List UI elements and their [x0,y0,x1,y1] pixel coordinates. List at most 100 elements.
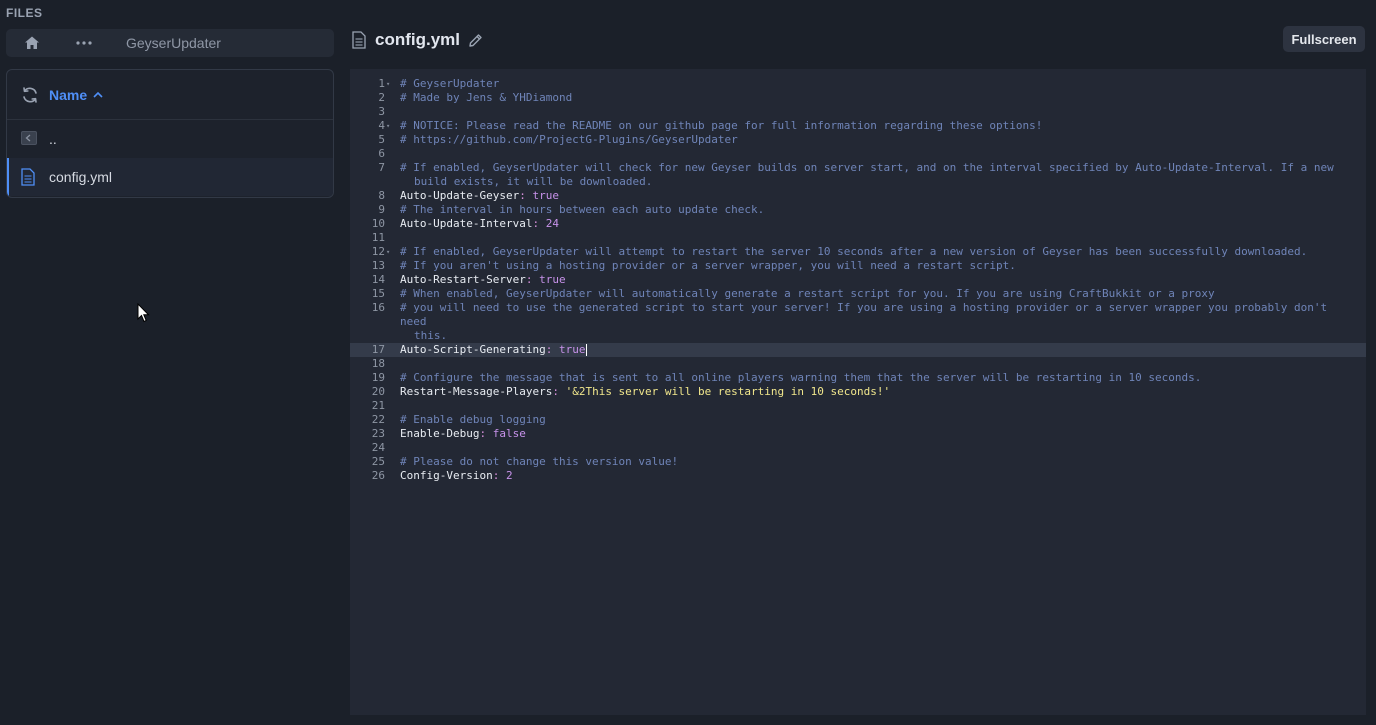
code-line[interactable]: 19 # Configure the message that is sent t… [350,371,1366,385]
code-line[interactable]: 17 Auto-Script-Generating: true [350,343,1366,357]
token-comment: # The interval in hours between each aut… [400,203,765,216]
line-content: Restart-Message-Players: '&2This server … [396,385,1366,399]
code-line[interactable]: 14 Auto-Restart-Server: true [350,273,1366,287]
token-bool: true [539,273,566,286]
code-line[interactable]: 24 [350,441,1366,455]
token-comment: # If you aren't using a hosting provider… [400,259,1016,272]
line-number: 1 [378,77,385,90]
sort-header: Name [7,70,333,120]
code-line[interactable]: 10 Auto-Update-Interval: 24 [350,217,1366,231]
line-content: # Configure the message that is sent to … [396,371,1366,385]
line-content [396,147,1366,161]
token-comment: # https://github.com/ProjectG-Plugins/Ge… [400,133,738,146]
fold-gutter [385,105,396,119]
line-number: 14 [371,273,385,286]
fold-gutter [385,231,396,245]
home-button[interactable] [6,29,58,57]
fullscreen-button[interactable]: Fullscreen [1283,26,1365,52]
fold-gutter [385,343,396,357]
fold-toggle-icon[interactable]: ▾ [385,245,396,259]
code-line[interactable]: 15 # When enabled, GeyserUpdater will aut… [350,287,1366,301]
line-number: 11 [371,231,385,244]
code-line[interactable]: 18 [350,357,1366,371]
code-editor[interactable]: 1 ▾ # GeyserUpdater 2 # Made by Jens & YHDia… [350,69,1366,715]
line-number: 18 [371,357,385,370]
line-number: 9 [378,203,385,216]
code-line[interactable]: 1 ▾ # GeyserUpdater [350,77,1366,91]
code-line[interactable]: 3 [350,105,1366,119]
token-key: Auto-Update-Geyser [400,189,520,202]
code-line[interactable]: 8 Auto-Update-Geyser: true [350,189,1366,203]
line-content: # If you aren't using a hosting provider… [396,259,1366,273]
token-key: Enable-Debug [400,427,480,440]
line-content: # https://github.com/ProjectG-Plugins/Ge… [396,133,1366,147]
line-content: Auto-Restart-Server: true [396,273,1366,287]
editor-header: config.yml [352,28,483,52]
file-name: config.yml [49,169,113,185]
code-line[interactable]: 11 [350,231,1366,245]
code-line[interactable]: 21 [350,399,1366,413]
code-line[interactable]: 25 # Please do not change this version va… [350,455,1366,469]
code-line[interactable]: 6 [350,147,1366,161]
code-line[interactable]: 23 Enable-Debug: false [350,427,1366,441]
line-content: Config-Version: 2 [396,469,1366,483]
fold-toggle-icon[interactable]: ▾ [385,119,396,133]
line-content: # If enabled, GeyserUpdater will check f… [396,161,1366,189]
code-line[interactable]: 9 # The interval in hours between each au… [350,203,1366,217]
line-content: Auto-Script-Generating: true [396,343,1366,357]
code-line[interactable]: 20 Restart-Message-Players: '&2This serve… [350,385,1366,399]
token-comment: # If enabled, GeyserUpdater will check f… [400,161,1334,174]
token-punc: : [525,273,540,286]
code-line[interactable]: 7 # If enabled, GeyserUpdater will check … [350,161,1366,189]
sort-by-name[interactable]: Name [49,87,87,103]
fold-toggle-icon[interactable]: ▾ [385,77,396,91]
refresh-icon [23,86,37,103]
line-number: 8 [378,189,385,202]
line-number: 6 [378,147,385,160]
line-content [396,399,1366,413]
file-row-config[interactable]: config.yml [7,158,333,196]
token-comment: # Made by Jens & YHDiamond [400,91,573,104]
code-line[interactable]: 2 # Made by Jens & YHDiamond [350,91,1366,105]
folder-up-icon [21,130,37,148]
fold-gutter [385,469,396,483]
token-num: 24 [545,217,559,230]
token-num: 2 [505,469,513,482]
token-comment: # you will need to use the generated scr… [400,301,1334,328]
line-number: 3 [378,105,385,118]
code-line[interactable]: 13 # If you aren't using a hosting provid… [350,259,1366,273]
token-key: Restart-Message-Players [400,385,553,398]
fold-gutter [385,133,396,147]
token-str: '&2This server will be restarting in 10 … [565,385,891,398]
line-content: # If enabled, GeyserUpdater will attempt… [396,245,1366,259]
more-button[interactable] [58,29,110,57]
line-number: 15 [371,287,385,300]
code-line[interactable]: 16 # you will need to use the generated s… [350,301,1366,343]
code-line[interactable]: 12 ▾ # If enabled, GeyserUpdater will atte… [350,245,1366,259]
line-content: # Made by Jens & YHDiamond [396,91,1366,105]
line-number: 21 [371,399,385,412]
code-line[interactable]: 4 ▾ # NOTICE: Please read the README on ou… [350,119,1366,133]
rename-button[interactable] [468,33,483,48]
file-row-parent[interactable]: .. [7,120,333,158]
breadcrumb-current-folder[interactable]: GeyserUpdater [126,35,221,51]
line-number: 17 [371,343,385,356]
token-key: Auto-Update-Interval [400,217,533,230]
wrapped-continuation: this. [414,329,448,342]
file-icon [352,31,366,49]
code-line[interactable]: 26 Config-Version: 2 [350,469,1366,483]
token-punc: : [545,343,559,356]
fold-gutter [385,427,396,441]
line-content: # The interval in hours between each aut… [396,203,1366,217]
code-line[interactable]: 5 # https://github.com/ProjectG-Plugins/G… [350,133,1366,147]
fold-gutter [385,357,396,371]
fold-gutter [385,287,396,301]
token-punc: : [552,385,566,398]
refresh-button[interactable] [21,86,39,104]
code-lines[interactable]: 1 ▾ # GeyserUpdater 2 # Made by Jens & YHDia… [350,69,1366,483]
line-content: Auto-Update-Geyser: true [396,189,1366,203]
code-line[interactable]: 22 # Enable debug logging [350,413,1366,427]
fold-gutter [385,91,396,105]
line-number: 26 [371,469,385,482]
more-icon [76,41,92,45]
